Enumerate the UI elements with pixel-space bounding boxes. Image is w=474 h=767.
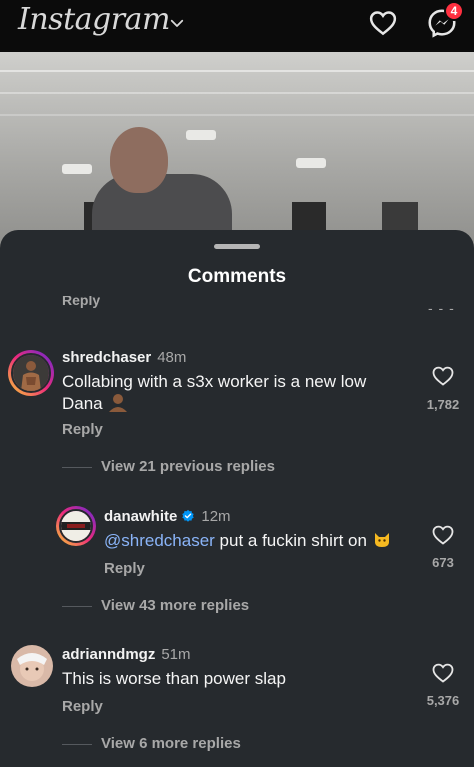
top-bar: Instagram 4 bbox=[0, 0, 474, 52]
thread-line bbox=[62, 467, 92, 468]
comments-sheet: Comments Reply - - - shredchaser 48m Coll… bbox=[0, 230, 474, 767]
clipped-reply-link[interactable]: Reply bbox=[62, 296, 100, 310]
ceiling-light bbox=[62, 164, 92, 174]
view-previous-replies-button[interactable]: View 21 previous replies bbox=[101, 458, 275, 475]
ceiling-light bbox=[296, 158, 326, 168]
comment-text: @shredchaser put a fuckin shirt on bbox=[104, 529, 414, 551]
comment-time: 12m bbox=[201, 508, 231, 525]
person-head bbox=[110, 127, 168, 193]
comment-text: This is worse than power slap bbox=[62, 669, 286, 688]
sheet-title: Comments bbox=[187, 266, 287, 287]
cat-emoji-icon bbox=[374, 533, 389, 547]
instagram-logo[interactable]: Instagram bbox=[18, 2, 170, 37]
heart-outline-icon[interactable] bbox=[431, 523, 455, 547]
view-more-replies-button[interactable]: View 43 more replies bbox=[101, 597, 249, 614]
thread-line bbox=[62, 744, 92, 745]
verified-badge-icon bbox=[182, 509, 195, 522]
avatar-image bbox=[61, 511, 91, 541]
comment-text: Collabing with a s3x worker is a new low… bbox=[62, 372, 367, 413]
comment-time: 51m bbox=[161, 646, 191, 663]
avatar-image bbox=[13, 355, 49, 391]
heart-icon[interactable] bbox=[368, 8, 398, 38]
avatar-image bbox=[11, 645, 53, 687]
clipped-more: - - - bbox=[428, 300, 455, 316]
ceiling-beam bbox=[0, 92, 474, 94]
ceiling-beam bbox=[0, 114, 474, 116]
like-count: 673 bbox=[432, 555, 454, 570]
thread-line bbox=[62, 606, 92, 607]
notification-badge: 4 bbox=[444, 1, 464, 21]
mention-link[interactable]: @shredchaser bbox=[104, 531, 215, 550]
heart-outline-icon[interactable] bbox=[431, 661, 455, 685]
like-count: 5,376 bbox=[426, 693, 460, 708]
comment-username[interactable]: shredchaser 48m bbox=[62, 349, 186, 366]
ceiling-light bbox=[186, 130, 216, 140]
comment-time: 48m bbox=[157, 349, 187, 366]
reply-button[interactable]: Reply bbox=[104, 560, 145, 577]
comment-username[interactable]: danawhite 12m bbox=[104, 508, 231, 525]
reply-button[interactable]: Reply bbox=[62, 698, 103, 715]
ceiling-beam bbox=[0, 70, 474, 72]
person-emoji-icon bbox=[109, 394, 128, 412]
avatar[interactable] bbox=[56, 506, 96, 546]
view-more-replies-button[interactable]: View 6 more replies bbox=[101, 735, 241, 752]
like-count: 1,782 bbox=[426, 397, 460, 412]
sheet-grabber[interactable] bbox=[214, 244, 260, 249]
post-video-frame[interactable] bbox=[0, 52, 474, 252]
reply-button[interactable]: Reply bbox=[62, 421, 103, 438]
comment-username[interactable]: adrianndmgz 51m bbox=[62, 646, 191, 663]
heart-outline-icon[interactable] bbox=[431, 364, 455, 388]
avatar[interactable] bbox=[8, 350, 54, 396]
avatar[interactable] bbox=[11, 645, 53, 687]
chevron-down-icon[interactable] bbox=[168, 14, 186, 32]
